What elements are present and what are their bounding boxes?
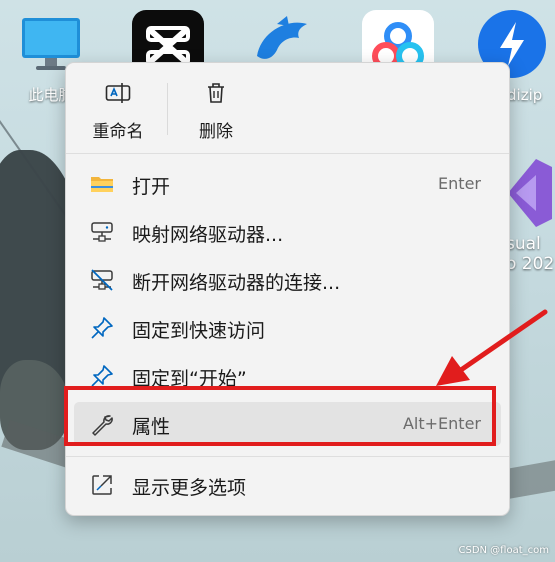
annotation-arrow-icon [436,309,548,386]
